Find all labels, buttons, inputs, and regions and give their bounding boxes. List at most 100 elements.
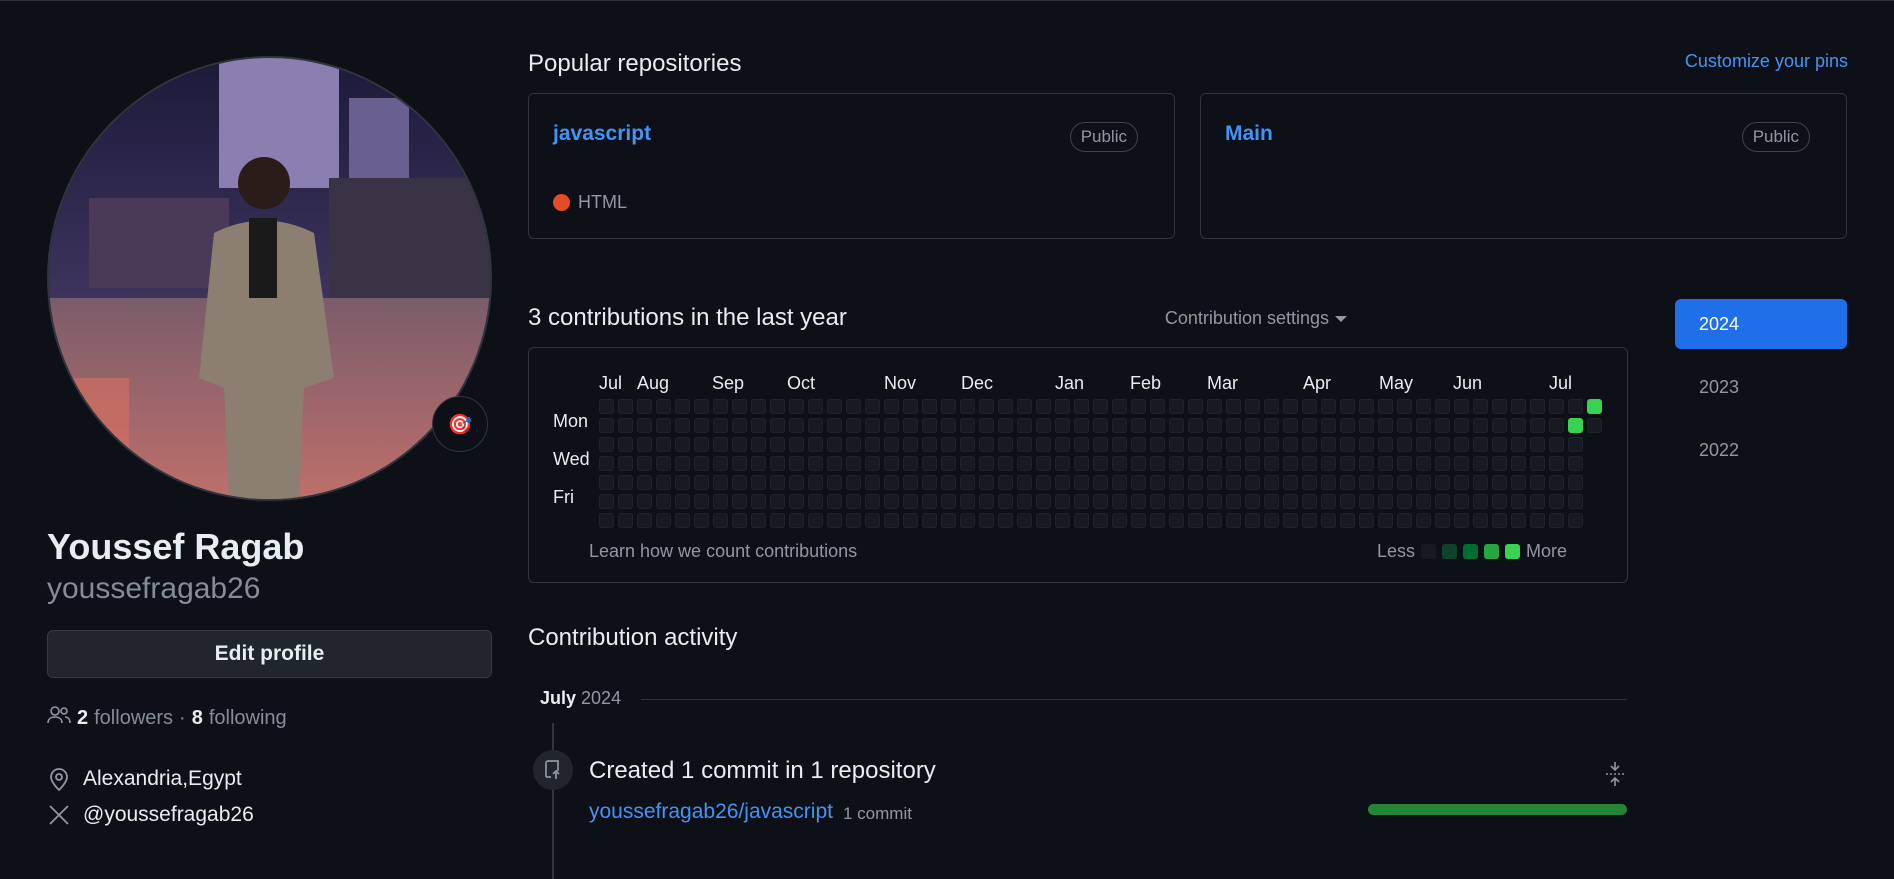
contribution-cell[interactable] [1568, 513, 1583, 528]
contribution-cell[interactable] [1131, 418, 1146, 433]
contribution-cell[interactable] [960, 437, 975, 452]
contribution-cell[interactable] [1131, 513, 1146, 528]
contribution-cell[interactable] [1150, 437, 1165, 452]
contribution-cell[interactable] [618, 399, 633, 414]
contribution-cell[interactable] [865, 456, 880, 471]
contribution-cell[interactable] [789, 513, 804, 528]
contribution-cell[interactable] [979, 494, 994, 509]
followers-link[interactable]: 2 followers [77, 707, 173, 730]
contribution-cell[interactable] [751, 494, 766, 509]
collapse-icon[interactable] [1603, 761, 1627, 787]
contribution-cell[interactable] [1150, 399, 1165, 414]
contribution-cell[interactable] [922, 494, 937, 509]
contribution-cell[interactable] [1549, 456, 1564, 471]
contribution-cell[interactable] [827, 437, 842, 452]
contribution-cell[interactable] [1017, 399, 1032, 414]
contribution-cell[interactable] [998, 399, 1013, 414]
contribution-cell[interactable] [1454, 475, 1469, 490]
contribution-cell[interactable] [1587, 399, 1602, 414]
contribution-cell[interactable] [998, 437, 1013, 452]
contribution-cell[interactable] [1435, 513, 1450, 528]
contribution-cell[interactable] [960, 418, 975, 433]
contribution-cell[interactable] [1055, 513, 1070, 528]
contribution-cell[interactable] [637, 475, 652, 490]
contribution-cell[interactable] [1321, 437, 1336, 452]
contribution-cell[interactable] [1340, 418, 1355, 433]
contribution-cell[interactable] [1416, 456, 1431, 471]
contribution-cell[interactable] [1378, 399, 1393, 414]
contribution-cell[interactable] [656, 399, 671, 414]
avatar[interactable] [47, 56, 492, 501]
contribution-cell[interactable] [1454, 456, 1469, 471]
contribution-cell[interactable] [998, 456, 1013, 471]
contribution-cell[interactable] [1150, 456, 1165, 471]
contribution-cell[interactable] [1473, 494, 1488, 509]
contribution-cell[interactable] [599, 418, 614, 433]
contribution-cell[interactable] [1283, 418, 1298, 433]
contribution-cell[interactable] [1264, 437, 1279, 452]
contribution-cell[interactable] [770, 494, 785, 509]
contribution-cell[interactable] [1017, 456, 1032, 471]
year-2022-button[interactable]: 2022 [1675, 425, 1847, 475]
contribution-cell[interactable] [1264, 456, 1279, 471]
contribution-cell[interactable] [1549, 475, 1564, 490]
contribution-cell[interactable] [1549, 513, 1564, 528]
contribution-cell[interactable] [1283, 399, 1298, 414]
contribution-cell[interactable] [1378, 513, 1393, 528]
contribution-cell[interactable] [1245, 437, 1260, 452]
contribution-cell[interactable] [1568, 456, 1583, 471]
contribution-cell[interactable] [1530, 399, 1545, 414]
contribution-cell[interactable] [675, 399, 690, 414]
contribution-cell[interactable] [1530, 418, 1545, 433]
contribution-cell[interactable] [1264, 513, 1279, 528]
contribution-cell[interactable] [1074, 456, 1089, 471]
contribution-cell[interactable] [1378, 494, 1393, 509]
contribution-cell[interactable] [1074, 513, 1089, 528]
contribution-cell[interactable] [903, 418, 918, 433]
contribution-cell[interactable] [618, 437, 633, 452]
contribution-cell[interactable] [1454, 513, 1469, 528]
customize-pins-link[interactable]: Customize your pins [1685, 51, 1848, 72]
contribution-cell[interactable] [1302, 513, 1317, 528]
contribution-cell[interactable] [1340, 399, 1355, 414]
contribution-cell[interactable] [751, 418, 766, 433]
contribution-cell[interactable] [675, 418, 690, 433]
contribution-cell[interactable] [1207, 494, 1222, 509]
contribution-cell[interactable] [1359, 418, 1374, 433]
contribution-cell[interactable] [1036, 418, 1051, 433]
contribution-cell[interactable] [1321, 513, 1336, 528]
contribution-cell[interactable] [1359, 475, 1374, 490]
contribution-cell[interactable] [789, 494, 804, 509]
contribution-cell[interactable] [1055, 437, 1070, 452]
contribution-cell[interactable] [1302, 437, 1317, 452]
contribution-cell[interactable] [656, 513, 671, 528]
contribution-cell[interactable] [827, 456, 842, 471]
contribution-cell[interactable] [789, 456, 804, 471]
contribution-cell[interactable] [846, 456, 861, 471]
contribution-cell[interactable] [884, 456, 899, 471]
contribution-cell[interactable] [770, 475, 785, 490]
contribution-cell[interactable] [1093, 418, 1108, 433]
contribution-cell[interactable] [789, 475, 804, 490]
contribution-cell[interactable] [960, 475, 975, 490]
contribution-cell[interactable] [1340, 513, 1355, 528]
contribution-cell[interactable] [1435, 475, 1450, 490]
contribution-cell[interactable] [1473, 399, 1488, 414]
contribution-cell[interactable] [884, 513, 899, 528]
contribution-cell[interactable] [1359, 399, 1374, 414]
contribution-cell[interactable] [751, 475, 766, 490]
contribution-cell[interactable] [941, 513, 956, 528]
contribution-cell[interactable] [713, 494, 728, 509]
contribution-cell[interactable] [1473, 437, 1488, 452]
contribution-cell[interactable] [808, 494, 823, 509]
contribution-cell[interactable] [1188, 437, 1203, 452]
contribution-cell[interactable] [751, 513, 766, 528]
contribution-cell[interactable] [1245, 399, 1260, 414]
contribution-cell[interactable] [1188, 418, 1203, 433]
contribution-cell[interactable] [1302, 418, 1317, 433]
contribution-cell[interactable] [656, 418, 671, 433]
contribution-cell[interactable] [1492, 418, 1507, 433]
contribution-cell[interactable] [998, 494, 1013, 509]
contribution-cell[interactable] [1188, 513, 1203, 528]
contribution-cell[interactable] [1416, 494, 1431, 509]
